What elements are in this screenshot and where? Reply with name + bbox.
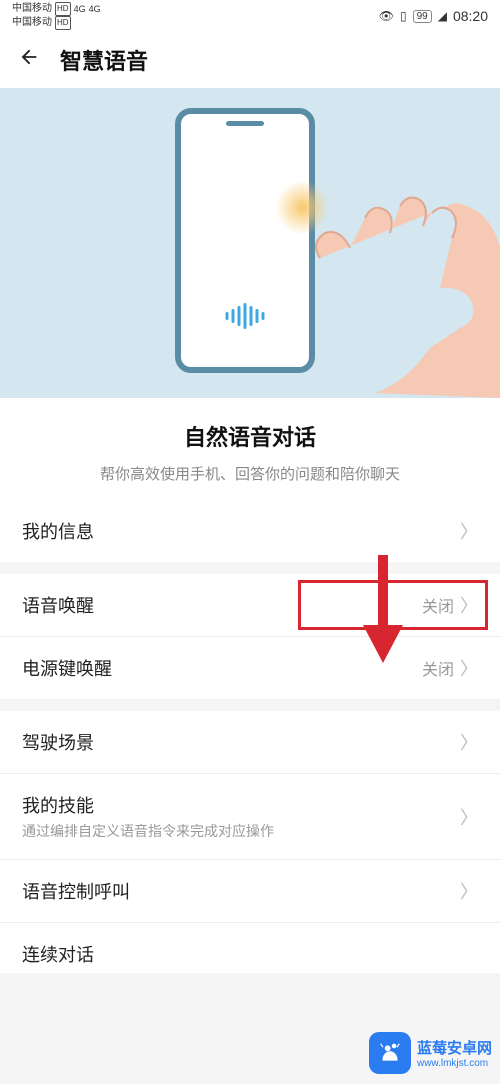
item-label: 电源键唤醒: [22, 655, 422, 681]
list-item-my-info[interactable]: 我的信息 〉: [0, 500, 500, 562]
chevron-right-icon: 〉: [460, 878, 478, 904]
status-bar: 中国移动 HD 4G 4G 中国移动 HD 👁 ▯ 99 ◢ 08:20: [0, 0, 500, 32]
carrier-label-2: 中国移动: [12, 17, 52, 29]
chevron-right-icon: 〉: [460, 592, 478, 618]
chevron-right-icon: 〉: [460, 518, 478, 544]
item-label: 我的信息: [22, 518, 460, 544]
list-item-power-wake[interactable]: 电源键唤醒 关闭 〉: [0, 637, 500, 699]
battery-icon: ◢: [438, 9, 447, 23]
signal-4g-1: 4G: [74, 3, 86, 15]
list-item-continuous[interactable]: 连续对话: [0, 923, 500, 973]
item-label: 语音唤醒: [22, 592, 422, 618]
vibrate-icon: ▯: [400, 9, 407, 23]
phone-graphic: [175, 108, 315, 373]
section-title: 自然语音对话: [28, 420, 472, 452]
item-value: 关闭: [422, 656, 454, 680]
intro-section: 自然语音对话 帮你高效使用手机、回答你的问题和陪你聊天: [0, 398, 500, 500]
watermark: 蓝莓安卓网 www.lmkjst.com: [369, 1032, 492, 1074]
back-icon[interactable]: [18, 46, 40, 75]
list-item-skills[interactable]: 我的技能 通过编排自定义语音指令来完成对应操作 〉: [0, 774, 500, 860]
watermark-title: 蓝莓安卓网: [417, 1037, 492, 1058]
eye-icon: 👁: [379, 9, 394, 23]
item-value: 关闭: [422, 593, 454, 617]
item-label: 我的技能: [22, 792, 460, 818]
hd-badge-1: HD: [55, 2, 71, 16]
chevron-right-icon: 〉: [460, 655, 478, 681]
hd-badge-2: HD: [55, 16, 71, 30]
item-label: 语音控制呼叫: [22, 878, 460, 904]
clock-time: 08:20: [453, 8, 488, 24]
soundwave-icon: [226, 303, 265, 329]
watermark-url: www.lmkjst.com: [417, 1058, 492, 1069]
list-item-voice-wake[interactable]: 语音唤醒 关闭 〉: [0, 574, 500, 637]
hero-illustration: [0, 88, 500, 398]
status-right: 👁 ▯ 99 ◢ 08:20: [379, 8, 488, 24]
list-item-driving[interactable]: 驾驶场景 〉: [0, 711, 500, 774]
page-header: 智慧语音: [0, 32, 500, 88]
section-subtitle: 帮你高效使用手机、回答你的问题和陪你聊天: [28, 464, 472, 486]
page-title: 智慧语音: [60, 44, 148, 76]
chevron-right-icon: 〉: [460, 729, 478, 755]
watermark-logo-icon: [369, 1032, 411, 1074]
item-label: 连续对话: [22, 941, 478, 967]
signal-4g-2: 4G: [89, 3, 101, 15]
item-subtitle: 通过编排自定义语音指令来完成对应操作: [22, 821, 460, 841]
list-item-voice-call[interactable]: 语音控制呼叫 〉: [0, 860, 500, 923]
item-label: 驾驶场景: [22, 729, 460, 755]
battery-level: 99: [413, 10, 432, 23]
touch-glow: [275, 180, 330, 235]
chevron-right-icon: 〉: [460, 804, 478, 830]
carrier-label: 中国移动: [12, 3, 52, 15]
status-left: 中国移动 HD 4G 4G 中国移动 HD: [12, 2, 101, 30]
